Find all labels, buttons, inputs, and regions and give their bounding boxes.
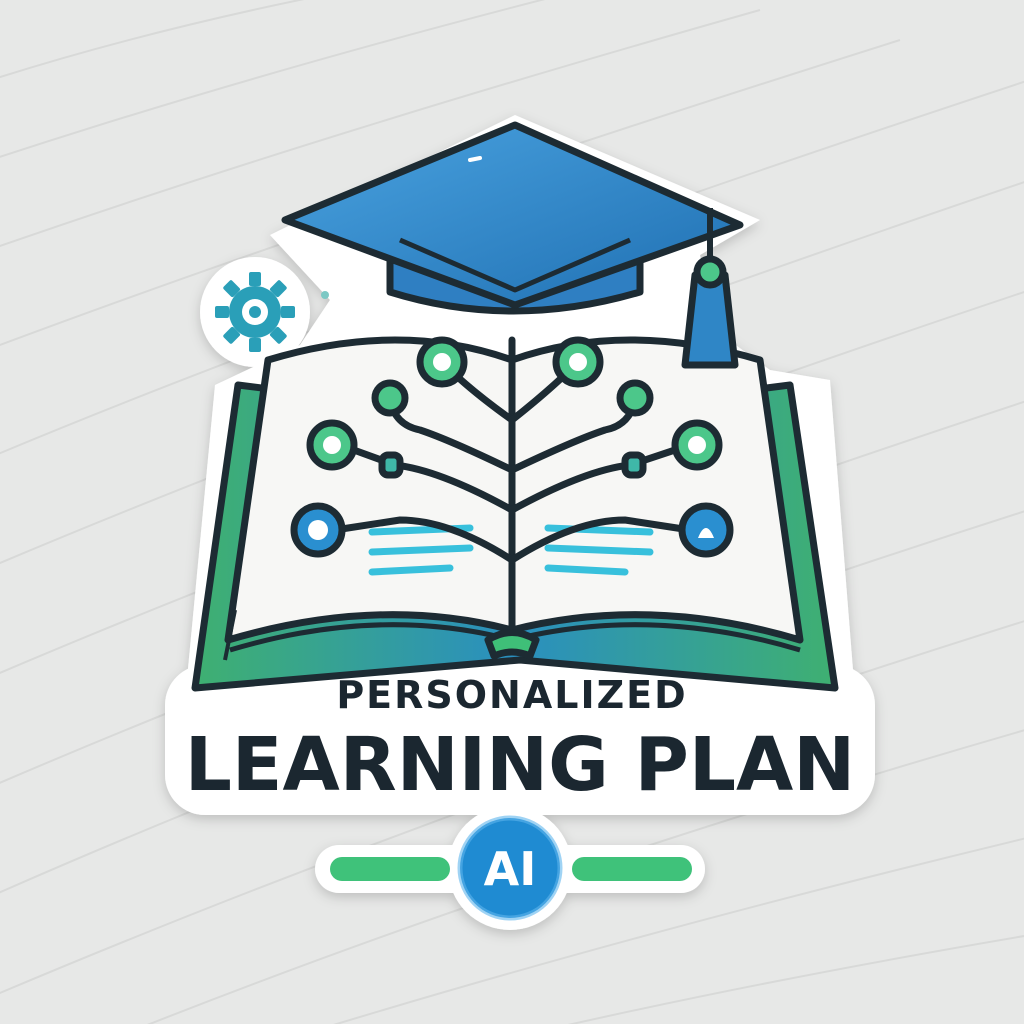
subtitle-text: PERSONALIZED [336,673,687,717]
ai-badge-label: AI [484,842,537,896]
cap-shine [468,156,482,162]
gear-icon [215,272,295,352]
logo-sticker: PERSONALIZED LEARNING PLAN AI [165,115,875,930]
title-text: LEARNING PLAN [185,722,855,808]
sparkle-dot [321,291,329,299]
ai-badge: AI [330,815,692,921]
